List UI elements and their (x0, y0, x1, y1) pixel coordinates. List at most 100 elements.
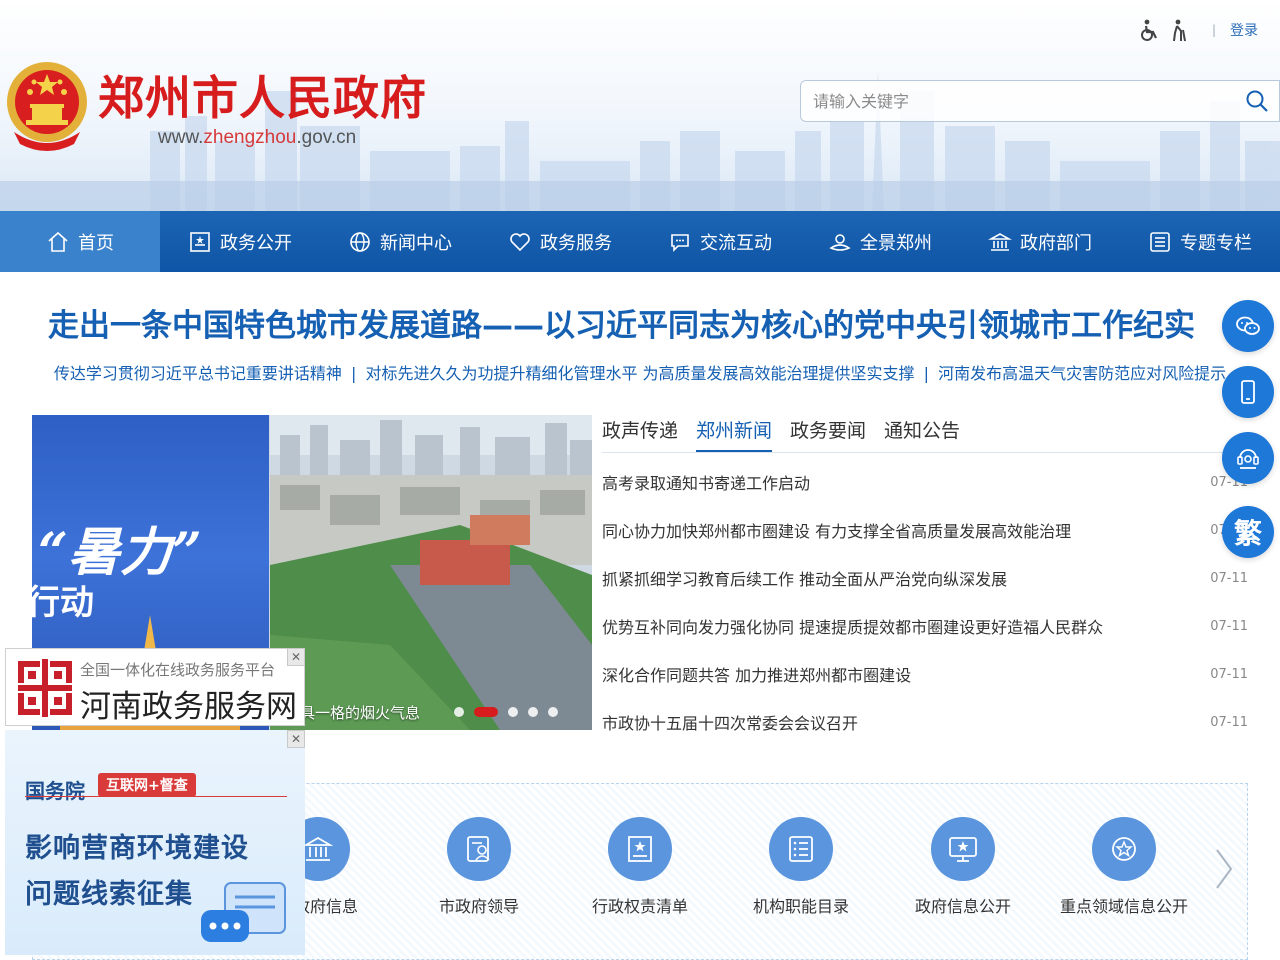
news-date: 07-11 (1210, 714, 1248, 730)
news-item[interactable]: 同心协力加快郑州都市圈建设 有力支撑全省高质量发展高效能治理07-11 (602, 506, 1248, 554)
accessibility-icon[interactable] (1138, 18, 1160, 42)
nav-item-gov-affairs[interactable]: 政务公开 (160, 211, 320, 272)
news-item[interactable]: 优势互补同向发力强化协同 提速提质提效都市圈建设更好造福人民群众 07-11 (602, 602, 1248, 650)
page: | 登录 郑州市人民政府 www.zhengzhou.gov.cn 请输入关键字… (0, 0, 1280, 960)
panorama-icon (829, 233, 851, 251)
tool-separator: | (1211, 23, 1216, 37)
sub-link-separator: | (350, 364, 357, 383)
traditional-chinese-label: 繁 (1233, 517, 1262, 550)
ad-big-text: 河南政务服务网 (80, 689, 297, 724)
news-date: 07-11 (1210, 570, 1248, 586)
header: | 登录 郑州市人民政府 www.zhengzhou.gov.cn (0, 0, 1280, 211)
news-title: 优势互补同向发力强化协同 提速提质提效都市圈建设更好造福人民群众 (602, 618, 1104, 637)
chat-icon (671, 233, 689, 252)
site-url: www.zhengzhou.gov.cn (158, 127, 356, 149)
sub-link[interactable]: 河南发布高温天气灾害防范应对风险提示 (938, 364, 1226, 383)
nav-label: 专题专栏 (1180, 232, 1252, 254)
carousel-dot[interactable] (508, 707, 518, 717)
service-key-areas[interactable]: 重点领域信息公开 (1044, 817, 1204, 917)
carousel-dot[interactable] (454, 707, 464, 717)
nav-label: 首页 (78, 232, 114, 254)
service-responsibility-list[interactable]: 行政权责清单 (560, 817, 720, 917)
nav-item-home[interactable]: 首页 (0, 211, 160, 272)
headline-sub-links: 传达学习贯彻习近平总书记重要讲话精神 | 对标先进久久为功提升精细化管理水平 为… (0, 360, 1280, 384)
document-icon (190, 231, 210, 252)
ad-small-text: 全国一体化在线政务服务平台 (80, 661, 276, 679)
service-directory[interactable]: 机构职能目录 (721, 817, 881, 917)
henan-service-logo (18, 659, 72, 717)
close-ad-button[interactable]: ✕ (287, 648, 305, 666)
close-ad-button[interactable]: ✕ (287, 730, 305, 748)
news-item[interactable]: 市政协十五届十四次常委会会议召开 07-11 (602, 698, 1248, 746)
national-emblem-logo (7, 62, 87, 151)
nav-item-topics[interactable]: 专题专栏 (1120, 211, 1280, 272)
headline-title[interactable]: 走出一条中国特色城市发展道路——以习近平同志为核心的党中央引领城市工作纪实 (0, 300, 1280, 345)
customer-service-icon (1237, 449, 1259, 469)
service-leaders[interactable]: 市政府领导 (399, 817, 559, 917)
carousel-dot-active[interactable] (474, 707, 498, 717)
carousel-caption: 具一格的烟火气息 (300, 704, 421, 722)
traditional-chinese-button[interactable]: 繁 (1222, 506, 1274, 558)
service-label: 机构职能目录 (752, 897, 849, 916)
ad-divider (25, 796, 287, 797)
url-prefix: www. (158, 127, 204, 148)
state-council-ad[interactable]: 国务院 互联网+督查 影响营商环境建设 问题线索征集 (5, 730, 305, 955)
service-label: 政府信息公开 (914, 897, 1011, 916)
news-title: 深化合作同题共答 加力推进郑州都市圈建设 (602, 666, 912, 685)
news-list: 高考录取通知书寄递工作启动 07-11 同心协力加快郑州都市圈建设 有力支撑全省高… (602, 458, 1248, 746)
news-item[interactable]: 高考录取通知书寄递工作启动 07-11 (602, 458, 1248, 506)
directory-icon (769, 817, 833, 881)
responsibility-list-icon (608, 817, 672, 881)
nav-item-departments[interactable]: 政府部门 (960, 211, 1120, 272)
search-input[interactable] (801, 81, 1235, 121)
nav-item-panorama[interactable]: 全景郑州 (800, 211, 960, 272)
henan-service-ad[interactable]: 全国一体化在线政务服务平台 河南政务服务网 (5, 648, 305, 726)
nav-item-news[interactable]: 新闻中心 (320, 211, 480, 272)
news-title: 高考录取通知书寄递工作启动 (602, 474, 811, 493)
building-icon (988, 232, 1012, 251)
tab-gov-news[interactable]: 政务要闻 (790, 415, 866, 452)
carousel-dot[interactable] (548, 707, 558, 717)
chevron-right-icon[interactable] (1211, 846, 1237, 892)
ad-tag: 互联网+督查 (98, 773, 196, 797)
nav-label: 全景郑州 (860, 232, 932, 254)
sub-link[interactable]: 对标先进久久为功提升精细化管理水平 为高质量发展高效能治理提供坚实支撑 (365, 364, 914, 383)
customer-service-button[interactable] (1222, 432, 1274, 484)
wechat-button[interactable] (1222, 300, 1274, 352)
top-tools: | 登录 (1138, 18, 1258, 42)
search-button[interactable] (1235, 81, 1279, 121)
news-date: 07-11 (1210, 618, 1248, 634)
carousel-dot[interactable] (528, 707, 538, 717)
promo-big-text: “暑力” (38, 522, 202, 583)
news-title: 市政协十五届十四次常委会会议召开 (602, 714, 859, 733)
tab-zhengzhou-news[interactable]: 郑州新闻 (696, 415, 773, 452)
nav-label: 交流互动 (700, 232, 772, 254)
carousel-dots (454, 707, 558, 717)
news-date: 07-11 (1210, 666, 1248, 682)
login-link[interactable]: 登录 (1230, 20, 1258, 40)
nav-item-services[interactable]: 政务服务 (480, 211, 640, 272)
sub-link[interactable]: 传达学习贯彻习近平总书记重要讲话精神 (54, 364, 342, 383)
nav-label: 政务服务 (540, 232, 612, 254)
news-item[interactable]: 抓紧抓细学习教育后续工作 推动全面从严治党向纵深发展 07-11 (602, 554, 1248, 602)
service-info-disclosure[interactable]: 政府信息公开 (883, 817, 1043, 917)
service-label: 重点领域信息公开 (1059, 897, 1188, 916)
news-item[interactable]: 深化合作同题共答 加力推进郑州都市圈建设 07-11 (602, 650, 1248, 698)
tab-notices[interactable]: 通知公告 (884, 415, 960, 452)
search-box (800, 80, 1280, 122)
nav-label: 新闻中心 (380, 232, 452, 254)
elderly-mode-icon[interactable] (1168, 18, 1190, 42)
url-suffix: .gov.cn (296, 127, 357, 148)
nav-item-interaction[interactable]: 交流互动 (640, 211, 800, 272)
news-title: 抓紧抓细学习教育后续工作 推动全面从严治党向纵深发展 (602, 570, 1008, 589)
news-title: 同心协力加快郑州都市圈建设 有力支撑全省高质量发展高效能治理 (602, 522, 1072, 541)
ad-line-1: 影响营商环境建设 (25, 833, 249, 864)
ad-org: 国务院 (25, 779, 85, 803)
tab-gov-voice[interactable]: 政声传递 (602, 415, 678, 452)
globe-icon (350, 231, 370, 252)
sub-link-separator: | (923, 364, 930, 383)
mobile-button[interactable] (1222, 366, 1274, 418)
list-icon (1150, 231, 1170, 252)
chat-bubble-icon (201, 882, 286, 942)
heart-icon (510, 232, 530, 251)
